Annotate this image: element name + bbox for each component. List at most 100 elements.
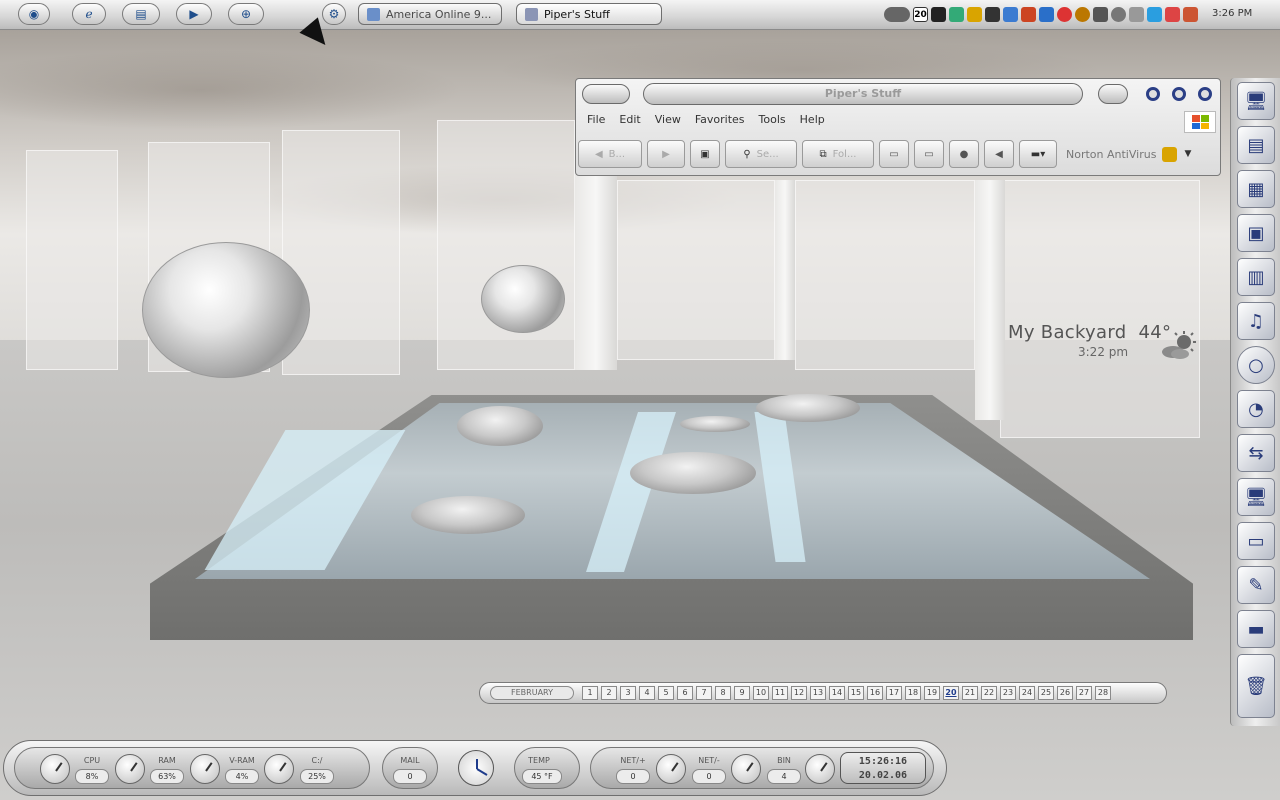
dock-documents[interactable]: ▤	[1237, 126, 1275, 164]
calendar-day[interactable]: 16	[867, 686, 883, 700]
aol-tray-icon[interactable]	[1003, 7, 1018, 22]
dock-calculator[interactable]: ▦	[1237, 170, 1275, 208]
calendar-day[interactable]: 4	[639, 686, 655, 700]
dock-media-player[interactable]: ◔	[1237, 390, 1275, 428]
menu-favorites[interactable]: Favorites	[695, 113, 745, 131]
taskbar-button-aol[interactable]: America Online 9...	[358, 3, 502, 25]
record-tray-icon[interactable]	[1057, 7, 1072, 22]
folders-button[interactable]: ⧉ Fol...	[802, 140, 874, 168]
menu-tools[interactable]: Tools	[759, 113, 786, 131]
calendar-day[interactable]: 3	[620, 686, 636, 700]
show-desktop-icon: ▤	[135, 7, 147, 21]
calendar-day[interactable]: 24	[1019, 686, 1035, 700]
back-button[interactable]: ◀ B...	[578, 140, 642, 168]
copy-to-button[interactable]: ▭	[914, 140, 944, 168]
bin-label[interactable]: BIN	[764, 756, 804, 765]
bin-value[interactable]: 4	[767, 769, 801, 784]
norton-antivirus-label[interactable]: Norton AntiVirus	[1066, 148, 1156, 161]
drive-icon[interactable]	[884, 7, 910, 22]
dock-quill[interactable]: ✎	[1237, 566, 1275, 604]
dock-wallpaper[interactable]: ▬	[1237, 610, 1275, 648]
search-button[interactable]: ⚲ Se...	[725, 140, 797, 168]
calendar-day[interactable]: 13	[810, 686, 826, 700]
connection-tray-icon[interactable]	[1129, 7, 1144, 22]
net-in-label: NET/+	[620, 756, 646, 765]
views-button[interactable]: ▬▾	[1019, 140, 1057, 168]
norton-dropdown-icon[interactable]: ▼	[1184, 149, 1191, 159]
calendar-day[interactable]: 7	[696, 686, 712, 700]
disc-tray-icon[interactable]	[1111, 7, 1126, 22]
calendar-day[interactable]: 25	[1038, 686, 1054, 700]
taskbar-clock[interactable]: 3:26 PM	[1212, 8, 1252, 19]
mail-label[interactable]: MAIL	[390, 756, 430, 765]
calendar-day[interactable]: 17	[886, 686, 902, 700]
calendar-day[interactable]: 26	[1057, 686, 1073, 700]
calendar-day[interactable]: 18	[905, 686, 921, 700]
norton-icon[interactable]	[1162, 146, 1178, 162]
calendar-day[interactable]: 10	[753, 686, 769, 700]
calendar-day[interactable]: 12	[791, 686, 807, 700]
dock-notepad[interactable]: ▥	[1237, 258, 1275, 296]
weather-widget[interactable]: My Backyard 44° 3:22 pm	[1008, 322, 1171, 359]
menu-view[interactable]: View	[655, 113, 681, 131]
forward-button[interactable]: ▶	[647, 140, 685, 168]
quicklaunch-desktop[interactable]: ▤	[122, 3, 160, 25]
dock-sync[interactable]: ⇆	[1237, 434, 1275, 472]
close-icon[interactable]	[1198, 87, 1212, 101]
network-tray-icon[interactable]	[949, 7, 964, 22]
mail-value[interactable]: 0	[393, 769, 427, 784]
delete-button[interactable]: ●	[949, 140, 979, 168]
update-tray-icon[interactable]	[1039, 7, 1054, 22]
start-button[interactable]: ◉	[18, 3, 50, 25]
menu-help[interactable]: Help	[800, 113, 825, 131]
calendar-day[interactable]: 14	[829, 686, 845, 700]
dock-calendar[interactable]: ▣	[1237, 214, 1275, 252]
zonealarm-tray-icon[interactable]	[1021, 7, 1036, 22]
calendar-tray-icon[interactable]: 20	[913, 7, 928, 22]
monitor-tray-icon[interactable]	[931, 7, 946, 22]
dock-desktop[interactable]: ▭	[1237, 522, 1275, 560]
calendar-day[interactable]: 2	[601, 686, 617, 700]
calendar-day[interactable]: 15	[848, 686, 864, 700]
volume-tray-icon[interactable]	[1093, 7, 1108, 22]
calendar-day[interactable]: 9	[734, 686, 750, 700]
dock-orb[interactable]: ○	[1237, 346, 1275, 384]
calendar-day[interactable]: 28	[1095, 686, 1111, 700]
calendar-day[interactable]: 5	[658, 686, 674, 700]
security-tray-icon[interactable]	[1165, 7, 1180, 22]
taskbar-button-pipers-stuff[interactable]: Piper's Stuff	[516, 3, 662, 25]
calendar-day[interactable]: 19	[924, 686, 940, 700]
quicklaunch-ie[interactable]: ℯ	[72, 3, 106, 25]
window-title[interactable]: Piper's Stuff	[643, 83, 1083, 105]
calendar-day[interactable]: 11	[772, 686, 788, 700]
calendar-day[interactable]: 22	[981, 686, 997, 700]
webcam-tray-icon[interactable]	[985, 7, 1000, 22]
refresh-tray-icon[interactable]	[1147, 7, 1162, 22]
calendar-day[interactable]: 21	[962, 686, 978, 700]
dock-recycle-bin[interactable]: 🗑	[1237, 654, 1275, 718]
quicklaunch-globe[interactable]: ⊕	[228, 3, 264, 25]
move-to-button[interactable]: ▭	[879, 140, 909, 168]
calendar-day[interactable]: 8	[715, 686, 731, 700]
window-shade-button[interactable]	[1098, 84, 1128, 104]
up-button[interactable]: ▣	[690, 140, 720, 168]
maximize-icon[interactable]	[1172, 87, 1186, 101]
dock-network[interactable]: 🖥	[1237, 478, 1275, 516]
minimize-icon[interactable]	[1146, 87, 1160, 101]
quicklaunch-misc[interactable]: ⚙	[322, 3, 346, 25]
calendar-day[interactable]: 23	[1000, 686, 1016, 700]
target-tray-icon[interactable]	[1075, 7, 1090, 22]
menu-edit[interactable]: Edit	[619, 113, 640, 131]
quicklaunch-media[interactable]: ▶	[176, 3, 212, 25]
dock-my-computer[interactable]: 🖥	[1237, 82, 1275, 120]
calendar-day[interactable]: 27	[1076, 686, 1092, 700]
norton-tray-icon[interactable]	[967, 7, 982, 22]
calendar-day[interactable]: 6	[677, 686, 693, 700]
window-system-menu-button[interactable]	[582, 84, 630, 104]
dock-music[interactable]: ♫	[1237, 302, 1275, 340]
undo-button[interactable]: ◀	[984, 140, 1014, 168]
paint-tray-icon[interactable]	[1183, 7, 1198, 22]
menu-file[interactable]: File	[587, 113, 605, 131]
calendar-day[interactable]: 20	[943, 686, 959, 700]
calendar-day[interactable]: 1	[582, 686, 598, 700]
